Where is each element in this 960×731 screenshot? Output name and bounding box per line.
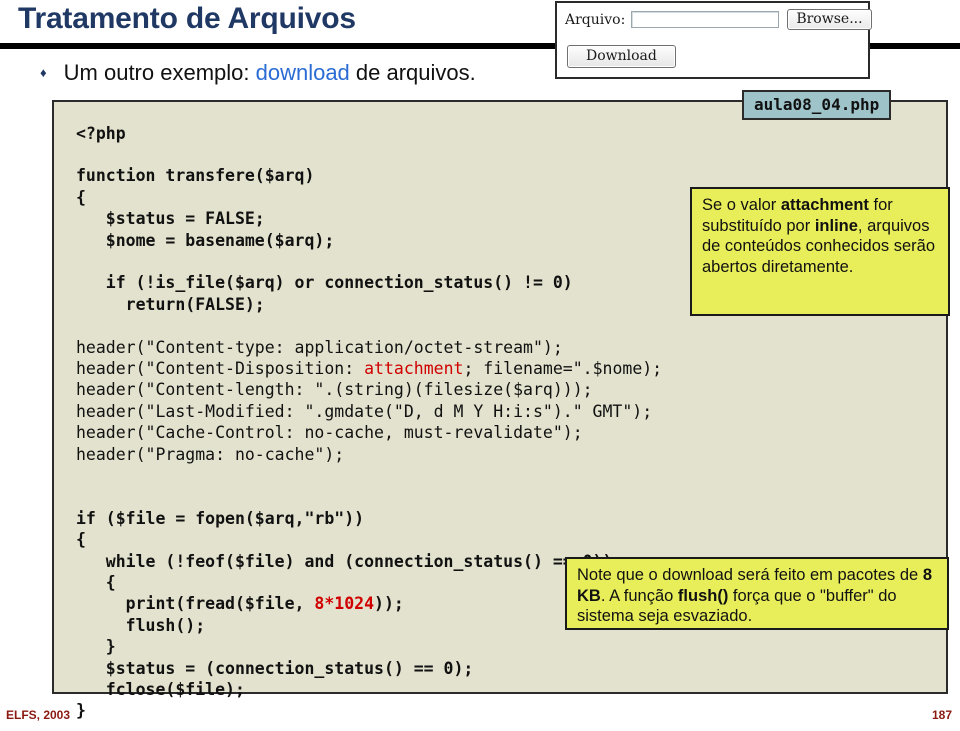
callout-flush: Note que o download será feito em pacote… [565, 557, 949, 630]
bullet-text-keyword: download [255, 60, 350, 85]
file-input[interactable] [631, 11, 780, 28]
callout-flush-part2: . A função [600, 586, 678, 605]
callout-flush-part1: Note que o download será feito em pacote… [577, 566, 923, 584]
callout-attachment: Se o valor attachment for substituído po… [690, 187, 950, 316]
download-button[interactable]: Download [567, 45, 676, 68]
browse-button[interactable]: Browse... [787, 9, 872, 30]
bullet-text: Um outro exemplo: download de arquivos. [64, 60, 476, 86]
page-title: Tratamento de Arquivos [18, 2, 356, 35]
callout-attachment-bold2: inline [814, 216, 858, 235]
footer-page-number: 187 [931, 708, 952, 722]
footer-author: ELFS, 2003 [6, 708, 71, 722]
callout-attachment-part1: Se o valor [702, 196, 781, 214]
code-listing-text: <?php function transfere($arq) { $status… [76, 123, 663, 721]
bullet-row: ♦ Um outro exemplo: download de arquivos… [40, 60, 476, 86]
callout-attachment-bold1: attachment [780, 196, 869, 214]
callout-flush-bold2: flush() [677, 586, 729, 605]
file-field-row: Arquivo: Browse... [565, 9, 872, 30]
filename-badge: aula08_04.php [742, 90, 892, 120]
bullet-text-prefix: Um outro exemplo: [63, 60, 256, 85]
download-form-widget: Arquivo: Browse... Download [555, 1, 872, 79]
bullet-text-suffix: de arquivos. [349, 60, 476, 85]
file-field-label: Arquivo: [565, 11, 626, 28]
bullet-marker-icon: ♦ [40, 65, 47, 80]
